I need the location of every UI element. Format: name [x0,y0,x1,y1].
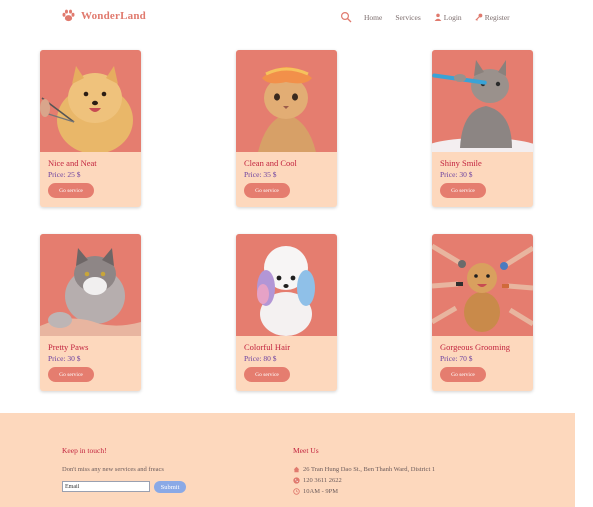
card-price: Price: 30 $ [48,354,81,363]
go-service-button[interactable]: Go service [244,367,290,382]
go-service-button[interactable]: Go service [244,183,290,198]
nav-home-link[interactable]: Home [364,13,382,22]
card-price: Price: 80 $ [244,354,277,363]
phone-icon [293,477,300,484]
email-input[interactable] [62,481,150,492]
card-price: Price: 70 $ [440,354,473,363]
colorful-poodle-photo [236,234,337,336]
site-header: WonderLand Home Services Login Register [0,0,593,36]
service-card: Nice and Neat Price: 25 $ Go service [40,50,141,207]
meet-us-heading: Meet Us [293,446,319,455]
dog-grooming-photo [432,234,533,336]
user-icon [434,13,442,21]
address-text: 26 Tran Hung Dao St., Ben Thanh Ward, Di… [303,466,436,473]
go-service-button[interactable]: Go service [440,183,486,198]
site-footer: Keep in touch! Don't miss any new servic… [0,413,575,507]
pomeranian-photo [40,50,141,152]
go-service-button[interactable]: Go service [48,367,94,382]
home-icon [293,466,300,473]
nav-register-link[interactable]: Register [475,13,510,22]
key-icon [475,13,483,21]
brand-logo[interactable]: WonderLand [61,8,146,23]
go-service-button[interactable]: Go service [48,183,94,198]
service-card: Clean and Cool Price: 35 $ Go service [236,50,337,207]
hours-row: 10AM - 9PM [293,488,338,495]
search-icon[interactable] [340,11,352,23]
service-card: Pretty Paws Price: 30 $ Go service [40,234,141,391]
address-row: 26 Tran Hung Dao St., Ben Thanh Ward, Di… [293,466,435,473]
fluffy-cat-photo [40,234,141,336]
hours-text: 10AM - 9PM [303,488,339,495]
submit-button[interactable]: Submit [154,481,186,493]
service-card: Shiny Smile Price: 30 $ Go service [432,50,533,207]
clock-icon [293,488,300,495]
nav-register-label: Register [484,12,510,22]
nav-login-label: Login [443,12,462,22]
paw-icon [62,9,75,22]
phone-row: 120 3611 2622 [293,477,342,484]
card-title: Colorful Hair [244,342,291,352]
wet-cat-photo [236,50,337,152]
cat-toothbrush-photo [432,50,533,152]
newsletter-text: Don't miss any new services and freacs [62,466,164,473]
card-title: Shiny Smile [440,158,482,168]
card-title: Gorgeous Grooming [440,342,510,352]
card-price: Price: 25 $ [48,170,81,179]
main-nav: Home Services Login Register [340,10,523,24]
service-card: Gorgeous Grooming Price: 70 $ Go service [432,234,533,391]
go-service-button[interactable]: Go service [440,367,486,382]
brand-name: WonderLand [81,9,146,22]
card-title: Nice and Neat [48,158,97,168]
card-title: Clean and Cool [244,158,297,168]
nav-login-link[interactable]: Login [434,13,462,22]
card-title: Pretty Paws [48,342,89,352]
newsletter-heading: Keep in touch! [62,446,107,455]
phone-text: 120 3611 2622 [303,477,342,484]
card-price: Price: 35 $ [244,170,277,179]
nav-services-link[interactable]: Services [395,13,420,22]
service-card: Colorful Hair Price: 80 $ Go service [236,234,337,391]
card-price: Price: 30 $ [440,170,473,179]
